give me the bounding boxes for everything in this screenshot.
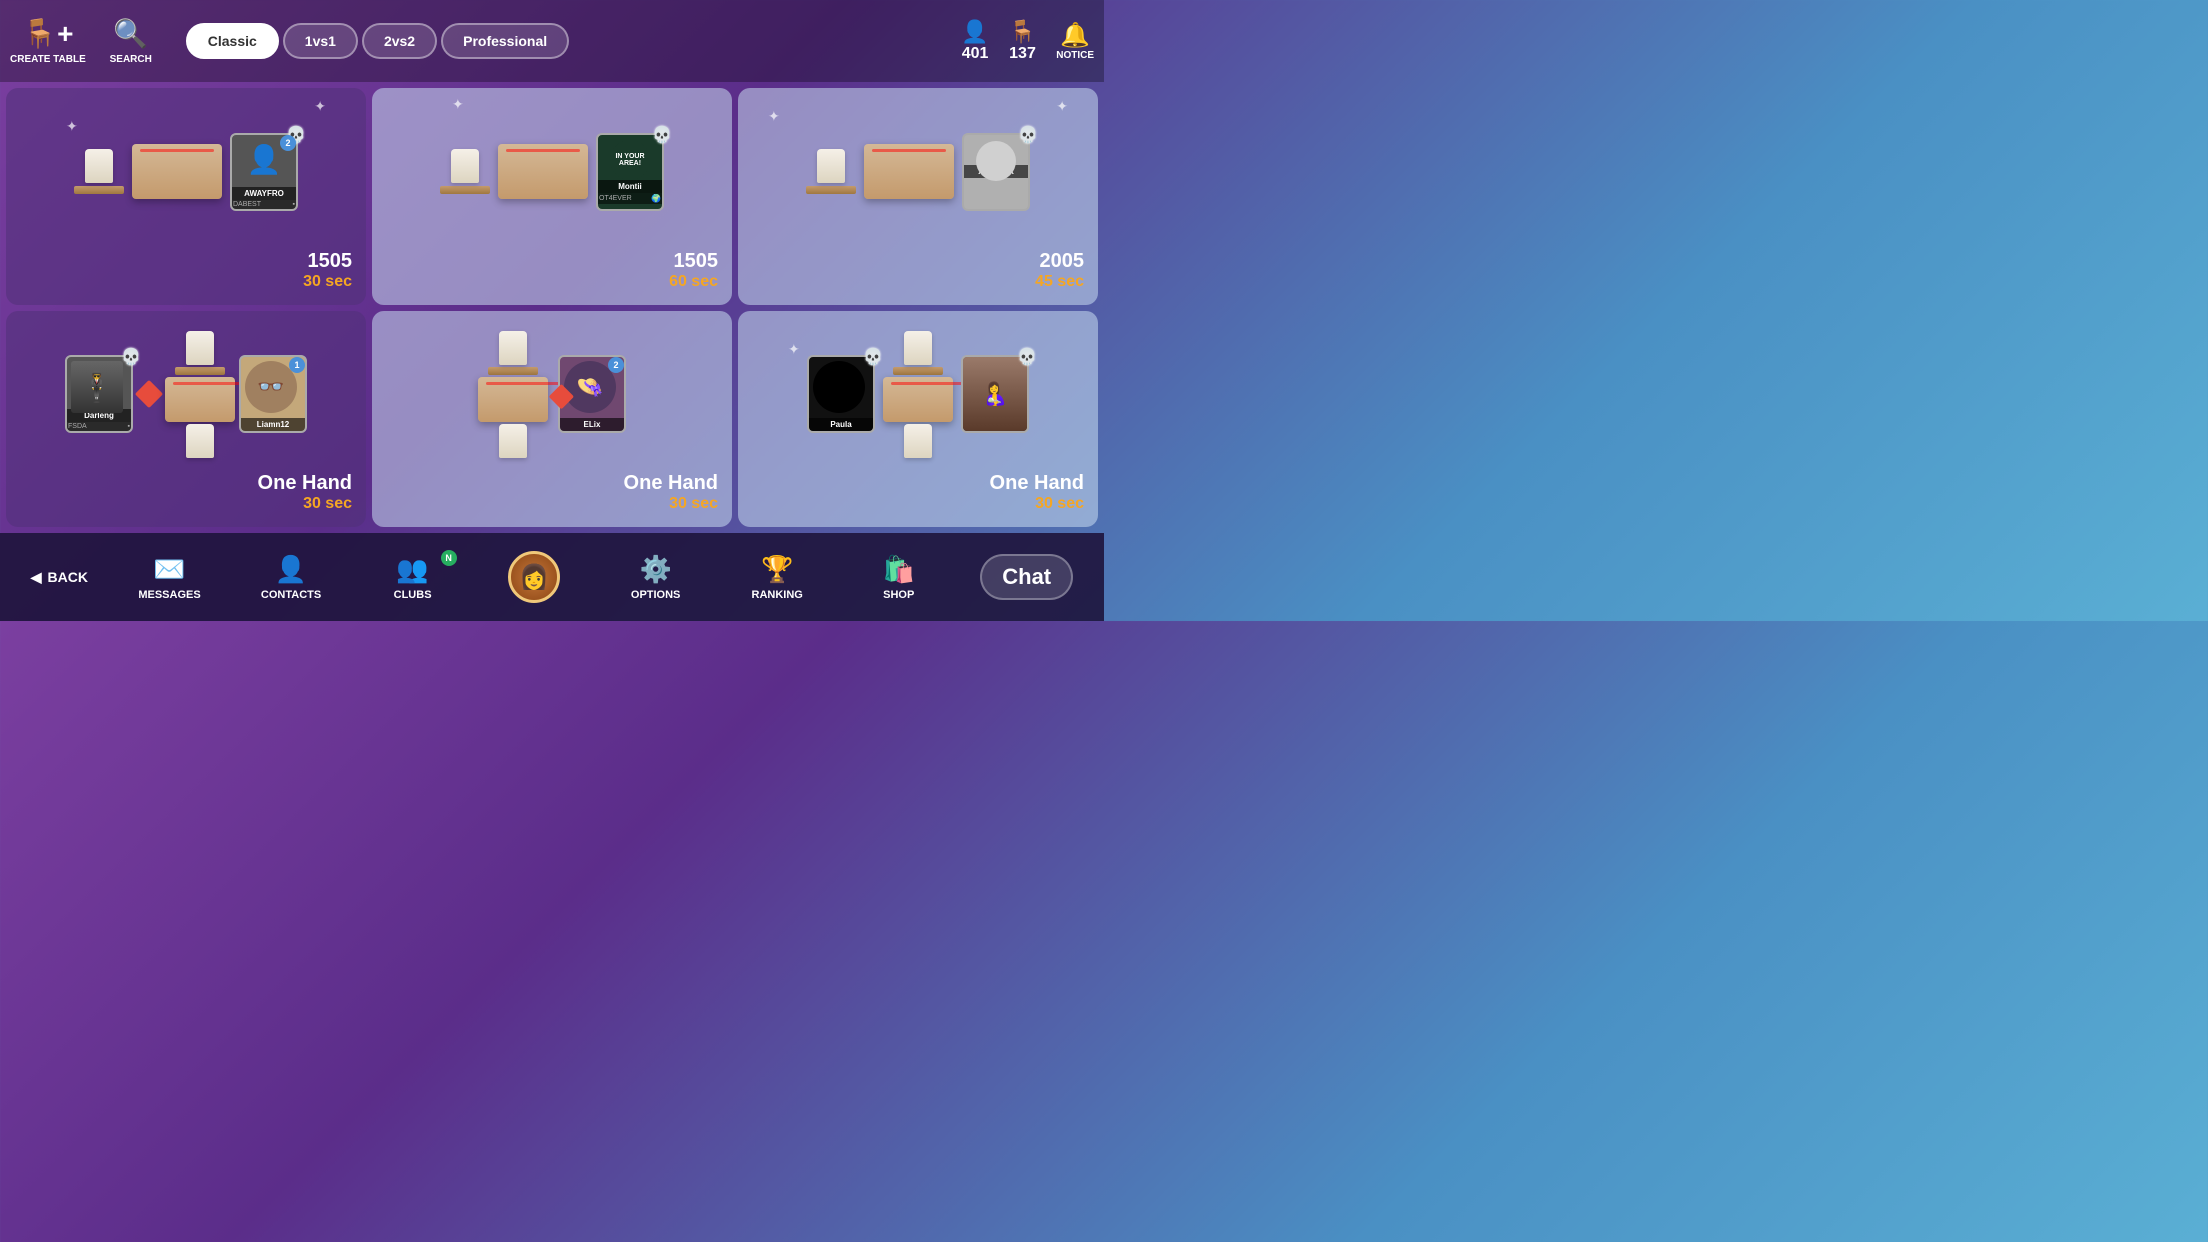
nav-options[interactable]: ⚙️ OPTIONS (616, 554, 696, 601)
nav-messages[interactable]: ✉️ MESSAGES (130, 554, 210, 601)
notice-icon: 🔔 (1060, 21, 1090, 50)
tab-professional[interactable]: Professional (441, 23, 569, 59)
skull-icon: 💀 (652, 125, 672, 145)
table-scene: Paula 💀 🤱 Daniel (748, 321, 1088, 469)
skull-icon: 💀 (121, 347, 141, 367)
back-arrow-icon: ◀ (31, 569, 42, 586)
table-scene: 👤 AWAYFRO DABEST ▪ 💀 2 (16, 98, 356, 246)
skull-icon: 💀 (1017, 347, 1037, 367)
table-scene: xxKingxx 💀 (748, 98, 1088, 246)
person-icon: 👤 (961, 19, 988, 45)
player-badge: 2 (280, 135, 296, 151)
nav-center-avatar[interactable]: 👩 (494, 551, 574, 603)
skull-icon: 💀 (1018, 125, 1038, 145)
tab-classic[interactable]: Classic (186, 23, 279, 59)
game-card-5[interactable]: 👒 ELix 2 One Hand 30 sec (372, 311, 732, 528)
tab-2vs2[interactable]: 2vs2 (362, 23, 437, 59)
back-button[interactable]: ◀ BACK (31, 569, 88, 586)
card-info: One Hand 30 sec (382, 468, 722, 517)
table-scene: IN YOURAREA! Montii OT4EVER 🌍 💀 (382, 98, 722, 246)
card-info: One Hand 30 sec (16, 468, 356, 517)
bottom-navigation: ◀ BACK ✉️ MESSAGES 👤 CONTACTS 👥 N CLUBS … (0, 533, 1104, 621)
diamond-decoration (135, 380, 163, 408)
game-card-6[interactable]: ✦ Paula 💀 (738, 311, 1098, 528)
create-table-icon: 🪑+ (22, 17, 73, 50)
clubs-icon: 👥 (396, 554, 428, 585)
tab-1vs1[interactable]: 1vs1 (283, 23, 358, 59)
search-icon: 🔍 (113, 17, 148, 50)
nav-shop[interactable]: 🛍️ SHOP (859, 554, 939, 601)
messages-icon: ✉️ (153, 554, 185, 585)
table-scene: 🕴 Darleng FSDA ▪ 💀 (16, 321, 356, 469)
search-button[interactable]: 🔍 SEARCH (96, 17, 166, 65)
game-lobby: ✦ ✦ 👤 AWAYFRO DA (0, 82, 1104, 533)
game-card-4[interactable]: 🕴 Darleng FSDA ▪ 💀 (6, 311, 366, 528)
card-info: 1505 30 sec (16, 246, 356, 295)
header: 🪑+ CREATE TABLE 🔍 SEARCH Classic 1vs1 2v… (0, 0, 1104, 82)
game-card-3[interactable]: ✦ ✦ xxKingxx 💀 2 (738, 88, 1098, 305)
clubs-badge: N (441, 550, 457, 566)
tab-group: Classic 1vs1 2vs2 Professional (186, 23, 569, 59)
card-info: One Hand 30 sec (748, 468, 1088, 517)
user-avatar: 👩 (508, 551, 560, 603)
nav-ranking[interactable]: 🏆 RANKING (737, 554, 817, 601)
table-icon: 🪑 (1009, 19, 1036, 45)
chat-button[interactable]: Chat (980, 554, 1073, 600)
contacts-icon: 👤 (275, 554, 307, 585)
create-table-button[interactable]: 🪑+ CREATE TABLE (10, 17, 86, 65)
shop-icon: 🛍️ (883, 554, 915, 585)
ranking-icon: 🏆 (761, 554, 793, 585)
table-scene: 👒 ELix 2 (382, 321, 722, 469)
nav-contacts[interactable]: 👤 CONTACTS (251, 554, 331, 601)
tables-count[interactable]: 🪑 137 (1009, 19, 1036, 63)
card-info: 1505 60 sec (382, 246, 722, 295)
notice-button[interactable]: 🔔 NOTICE (1056, 21, 1094, 61)
skull-icon: 💀 (863, 347, 883, 367)
game-card-2[interactable]: ✦ IN YOURAREA! Montii OT4EVER 🌍 (372, 88, 732, 305)
nav-clubs[interactable]: 👥 N CLUBS (373, 554, 453, 601)
friends-count[interactable]: 👤 401 (961, 19, 988, 63)
game-card-1[interactable]: ✦ ✦ 👤 AWAYFRO DA (6, 88, 366, 305)
options-icon: ⚙️ (639, 554, 671, 585)
header-right: 👤 401 🪑 137 🔔 NOTICE (961, 19, 1094, 63)
card-info: 2005 45 sec (748, 246, 1088, 295)
